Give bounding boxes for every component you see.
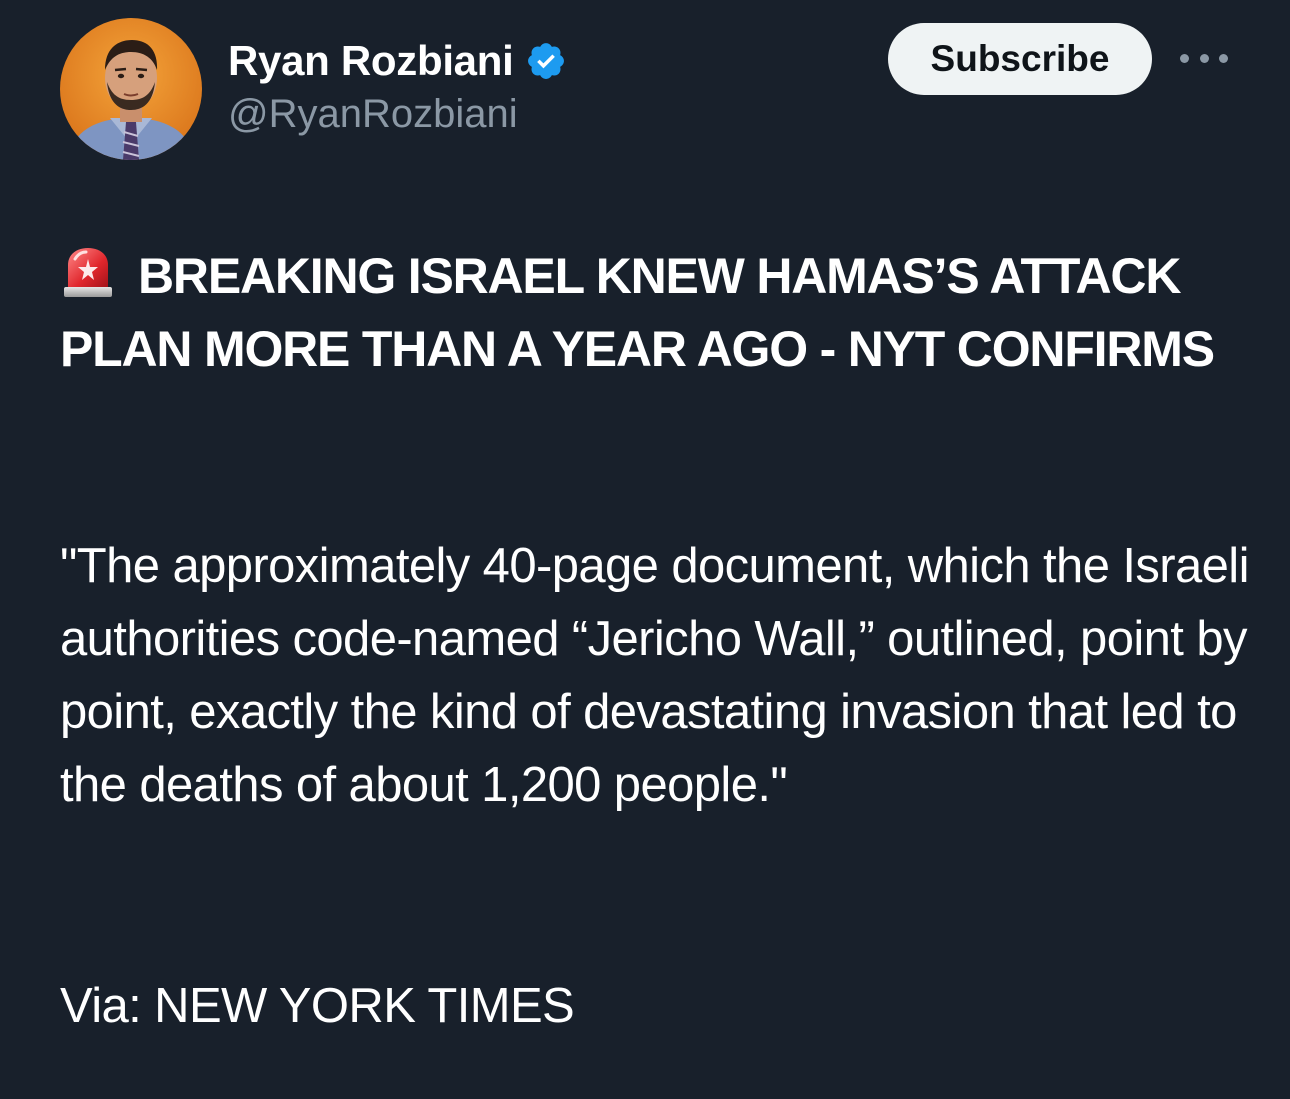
more-dot — [1219, 53, 1228, 63]
headline-text: BREAKING ISRAEL KNEW HAMAS’S ATTACK PLAN… — [60, 248, 1215, 377]
avatar[interactable] — [60, 18, 202, 160]
tweet-header: Ryan Rozbiani @RyanRozbiani Subscribe — [60, 18, 1240, 168]
tweet-source: Via: NEW YORK TIMES — [60, 979, 575, 1033]
author-block: Ryan Rozbiani @RyanRozbiani — [228, 36, 567, 137]
more-horizontal-icon[interactable] — [1180, 46, 1228, 70]
more-dot — [1199, 53, 1209, 63]
verified-badge-icon[interactable] — [525, 40, 567, 82]
tweet-headline: BREAKING ISRAEL KNEW HAMAS’S ATTACK PLAN… — [60, 240, 1240, 386]
rotating-light-icon — [60, 245, 116, 301]
tweet-card: Ryan Rozbiani @RyanRozbiani Subscribe BR… — [0, 0, 1290, 1099]
tweet-quote: "The approximately 40-page document, whi… — [60, 539, 1249, 812]
profile-photo — [60, 18, 202, 160]
subscribe-button[interactable]: Subscribe — [888, 23, 1152, 95]
more-dot — [1180, 53, 1189, 63]
display-name[interactable]: Ryan Rozbiani — [228, 37, 514, 85]
display-name-row: Ryan Rozbiani — [228, 36, 567, 86]
author-handle[interactable]: @RyanRozbiani — [228, 92, 567, 137]
